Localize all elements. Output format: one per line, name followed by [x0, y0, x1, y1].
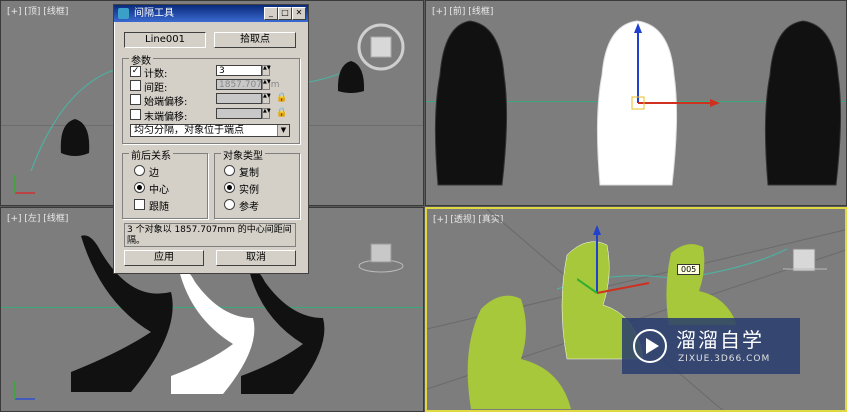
lock-icon[interactable]: 🔒: [276, 93, 287, 104]
count-input[interactable]: 3: [216, 65, 262, 76]
start-offset-spinner-icon[interactable]: ▲▼: [262, 93, 271, 104]
type-copy-label: 复制: [239, 168, 259, 179]
spacing-input[interactable]: 1857.707mm: [216, 79, 279, 90]
end-offset-checkbox[interactable]: [130, 109, 141, 120]
follow-checkbox[interactable]: [134, 199, 145, 210]
dialog-titlebar[interactable]: 间隔工具 _ □ ✕: [114, 5, 308, 22]
chair-green: [666, 244, 737, 325]
context-centers-label: 中心: [149, 185, 169, 196]
lock-icon[interactable]: 🔒: [276, 108, 287, 119]
count-spinner-icon[interactable]: ▲▼: [262, 65, 271, 76]
chair-wireframe: [764, 20, 842, 186]
object-tooltip: 005: [677, 264, 701, 275]
move-gizmo-icon[interactable]: [616, 21, 736, 121]
type-instance-label: 实例: [239, 185, 259, 196]
end-offset-spinner-icon[interactable]: ▲▼: [262, 108, 271, 119]
distribution-value: 均匀分隔，对象位于端点: [134, 125, 244, 136]
axis-gizmo-icon: [14, 175, 35, 194]
spacing-label: 间距:: [144, 83, 168, 94]
count-label: 计数:: [144, 69, 168, 80]
status-text: 3 个对象以 1857.707mm 的中心间距间隔。: [124, 223, 296, 247]
start-offset-label: 始端偏移:: [144, 97, 188, 108]
viewport-label[interactable]: [+] [左] [线框]: [7, 211, 68, 224]
group-label: 对象类型: [221, 147, 265, 162]
spacing-spinner-icon[interactable]: ▲▼: [262, 79, 271, 90]
watermark-brand: 溜溜自学: [676, 328, 764, 352]
spacing-tool-dialog[interactable]: 间隔工具 _ □ ✕ Line001 拾取点 参数 ✓ 计数: 3 ▲▼ 间距:…: [113, 4, 309, 274]
maximize-icon[interactable]: □: [278, 7, 292, 20]
context-edges-label: 边: [149, 168, 159, 179]
type-instance-radio[interactable]: [224, 182, 235, 193]
start-offset-checkbox[interactable]: [130, 94, 141, 105]
end-offset-input[interactable]: [216, 108, 262, 119]
watermark: 溜溜自学 ZIXUE.3D66.COM: [622, 318, 800, 374]
context-centers-radio[interactable]: [134, 182, 145, 193]
app-icon: [118, 8, 129, 19]
cancel-button[interactable]: 取消: [216, 250, 296, 266]
viewcube-icon[interactable]: [353, 19, 409, 75]
viewport-front[interactable]: [+] [前] [线框]: [425, 0, 847, 206]
viewcube-icon[interactable]: [357, 236, 405, 276]
camera-icon: [783, 248, 827, 272]
spacing-checkbox[interactable]: [130, 80, 141, 91]
chevron-down-icon[interactable]: ▼: [277, 125, 289, 136]
type-reference-radio[interactable]: [224, 199, 235, 210]
minimize-icon[interactable]: _: [264, 7, 278, 20]
close-icon[interactable]: ✕: [292, 7, 306, 20]
play-logo-icon: [633, 329, 667, 363]
context-edges-radio[interactable]: [134, 165, 145, 176]
chair-wireframe: [434, 20, 508, 186]
follow-label: 跟随: [149, 202, 169, 213]
start-offset-input[interactable]: [216, 93, 262, 104]
chair-side-wireframe: [241, 269, 325, 394]
axis-gizmo-icon: [14, 381, 35, 400]
end-offset-label: 末端偏移:: [144, 112, 188, 123]
apply-button[interactable]: 应用: [124, 250, 204, 266]
distribution-select[interactable]: 均匀分隔，对象位于端点 ▼: [130, 124, 290, 137]
pick-points-button[interactable]: 拾取点: [214, 32, 296, 48]
group-label: 前后关系: [129, 147, 173, 162]
move-gizmo-icon[interactable]: [577, 223, 667, 313]
path-pick-button[interactable]: Line001: [124, 32, 206, 48]
count-checkbox[interactable]: ✓: [130, 66, 141, 77]
dialog-title: 间隔工具: [134, 8, 174, 19]
watermark-url: ZIXUE.3D66.COM: [678, 354, 771, 364]
chair-top-view: [60, 119, 90, 156]
type-reference-label: 参考: [239, 202, 259, 213]
type-copy-radio[interactable]: [224, 165, 235, 176]
viewport-perspective[interactable]: [+] [透视] [真实] 005: [425, 207, 847, 412]
